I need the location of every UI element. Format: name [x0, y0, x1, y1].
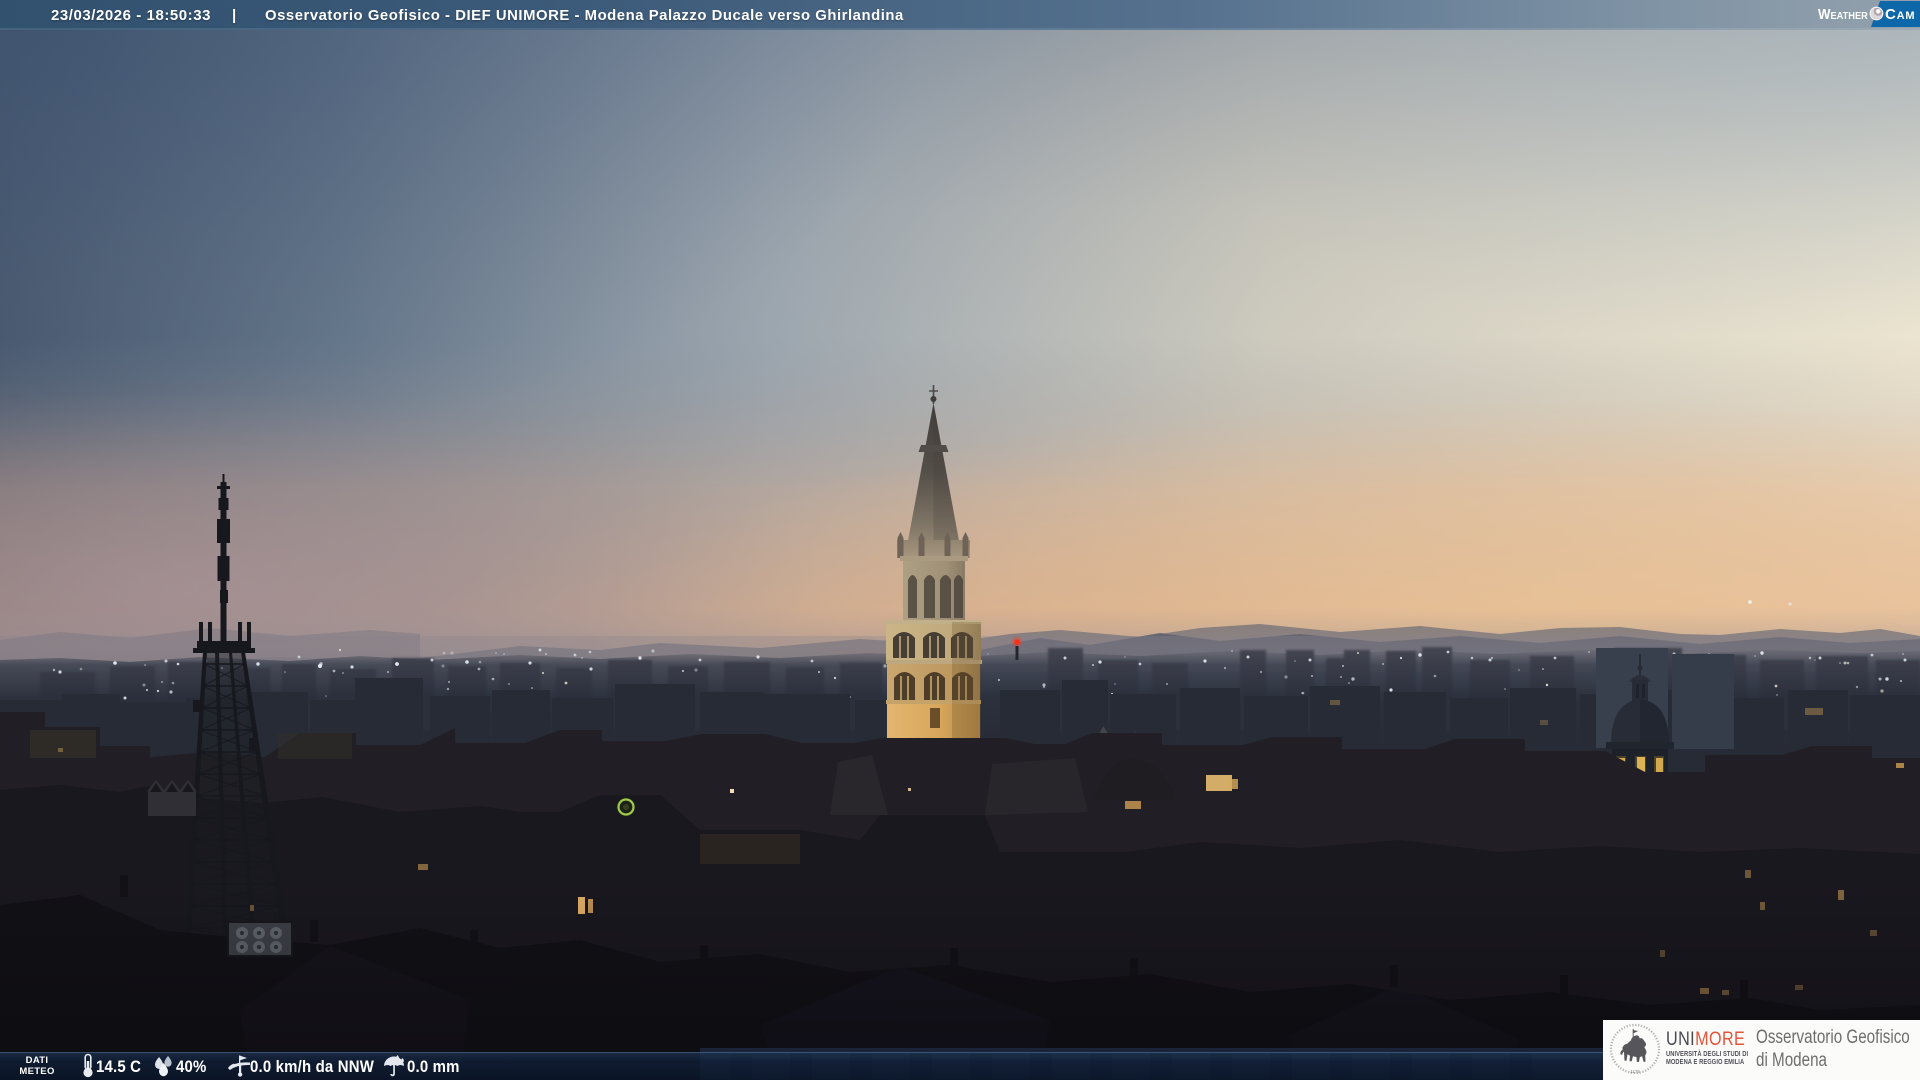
svg-text:1175: 1175: [1630, 1069, 1640, 1074]
